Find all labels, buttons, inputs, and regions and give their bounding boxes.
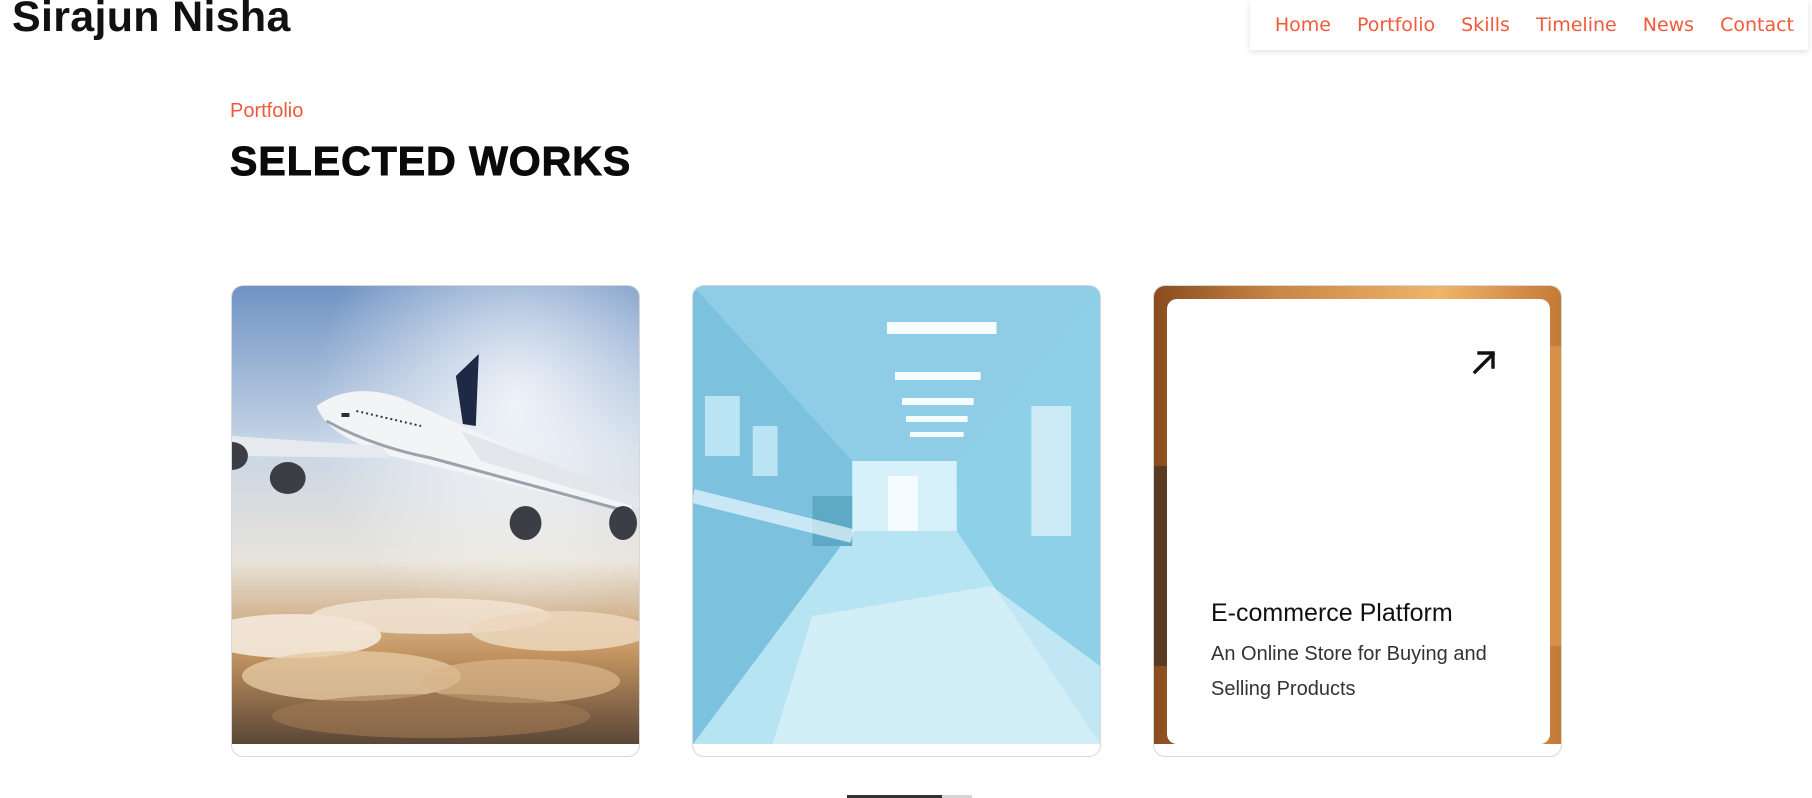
portfolio-card-2[interactable]	[692, 285, 1101, 757]
section-eyebrow: Portfolio	[230, 100, 304, 122]
nav-home[interactable]: Home	[1275, 15, 1331, 35]
portfolio-card-1[interactable]	[231, 285, 640, 757]
site-brand[interactable]: Sirajun Nisha	[12, 0, 291, 39]
portfolio-card-3[interactable]: E-commerce Platform An Online Store for …	[1153, 285, 1562, 757]
nav-timeline[interactable]: Timeline	[1536, 15, 1617, 35]
arrow-up-right-icon[interactable]	[1469, 347, 1499, 377]
airplane-image	[232, 286, 639, 744]
nav-contact[interactable]: Contact	[1720, 15, 1794, 35]
nav-news[interactable]: News	[1643, 15, 1694, 35]
project-description: An Online Store for Buying and Selling P…	[1211, 643, 1487, 700]
section-title: SELECTED WORKS	[229, 138, 632, 185]
project-title: E-commerce Platform	[1211, 599, 1453, 627]
nav-portfolio[interactable]: Portfolio	[1357, 15, 1435, 35]
nav-skills[interactable]: Skills	[1461, 15, 1510, 35]
main-nav: Home Portfolio Skills Timeline News Cont…	[1250, 0, 1808, 50]
hospital-corridor-image	[693, 286, 1100, 744]
card-overlay: E-commerce Platform An Online Store for …	[1167, 299, 1550, 744]
